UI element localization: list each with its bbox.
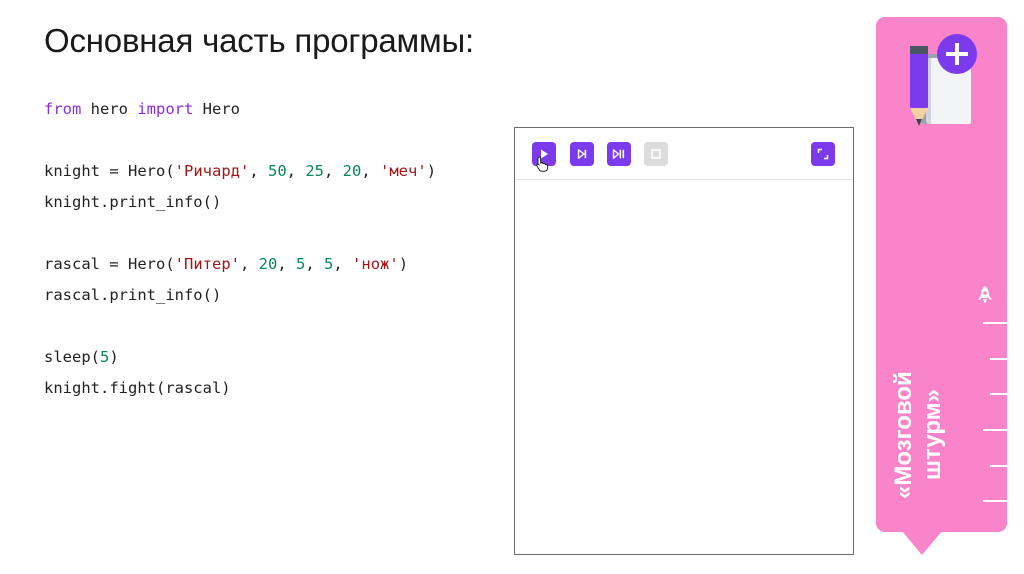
stop-button[interactable]	[644, 142, 668, 166]
code-block: from hero import Hero knight = Hero('Рич…	[44, 96, 484, 406]
stop-icon	[651, 149, 661, 159]
code-line-5: rascal.print_info()	[44, 286, 222, 304]
code-line-1: from hero import Hero	[44, 100, 240, 118]
step-icon	[577, 149, 587, 159]
ruler-tick	[983, 429, 1007, 431]
hand-cursor-icon	[536, 156, 549, 172]
code-line-4: rascal = Hero('Питер', 20, 5, 5, 'нож')	[44, 255, 409, 273]
ruler-tick	[990, 393, 1007, 395]
notebook-pencil-plus-icon	[910, 34, 977, 126]
code-runner-panel	[514, 127, 854, 555]
side-panel-pointer	[902, 531, 942, 555]
brainstorm-label: «Мозговой штурм»	[873, 350, 963, 520]
runner-toolbar	[515, 128, 853, 180]
code-line-2: knight = Hero('Ричард', 50, 25, 20, 'меч…	[44, 162, 437, 180]
step-button[interactable]	[570, 142, 594, 166]
brainstorm-label-line1: «Мозговой	[890, 371, 917, 499]
ruler-tick	[983, 322, 1007, 324]
ruler-tick	[990, 465, 1007, 467]
brainstorm-label-line2: штурм»	[919, 389, 946, 481]
run-to-end-button[interactable]	[607, 142, 631, 166]
fullscreen-button[interactable]	[811, 142, 835, 166]
ruler-tick	[983, 500, 1007, 502]
code-line-7: knight.fight(rascal)	[44, 379, 231, 397]
ruler-tick	[990, 358, 1007, 360]
slide-title: Основная часть программы:	[44, 22, 474, 59]
fullscreen-icon	[817, 148, 829, 160]
runner-output-area	[515, 180, 853, 555]
code-line-3: knight.print_info()	[44, 193, 222, 211]
code-line-6: sleep(5)	[44, 348, 119, 366]
rocket-icon	[978, 286, 992, 304]
skip-to-end-icon	[612, 149, 625, 159]
